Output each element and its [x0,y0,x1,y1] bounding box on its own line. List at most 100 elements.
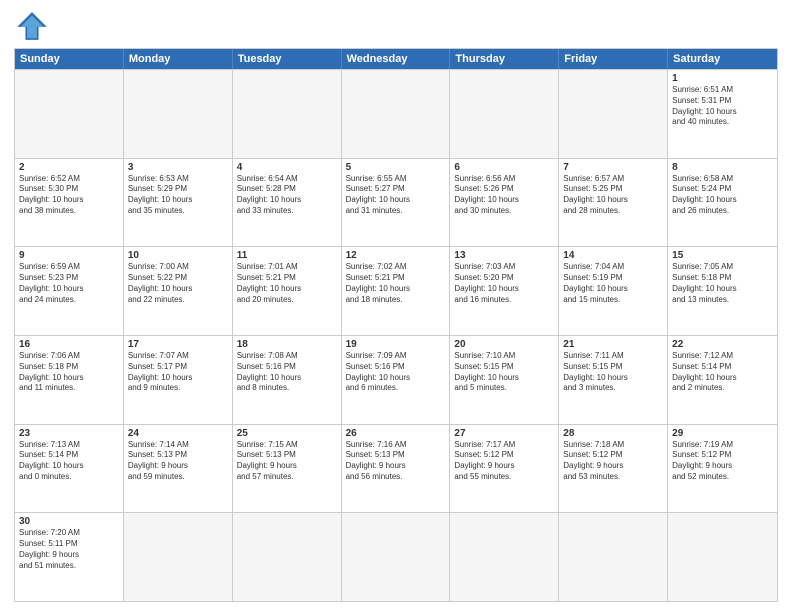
day-number: 26 [346,428,446,439]
calendar-row-5: 30Sunrise: 7:20 AM Sunset: 5:11 PM Dayli… [15,512,777,601]
day-number: 3 [128,162,228,173]
day-info: Sunrise: 7:02 AM Sunset: 5:21 PM Dayligh… [346,262,446,305]
day-number: 16 [19,339,119,350]
day-info: Sunrise: 6:54 AM Sunset: 5:28 PM Dayligh… [237,174,337,217]
calendar-cell: 24Sunrise: 7:14 AM Sunset: 5:13 PM Dayli… [124,425,233,513]
logo [14,10,54,42]
day-number: 5 [346,162,446,173]
calendar-body: 1Sunrise: 6:51 AM Sunset: 5:31 PM Daylig… [15,69,777,601]
calendar-cell: 7Sunrise: 6:57 AM Sunset: 5:25 PM Daylig… [559,159,668,247]
day-info: Sunrise: 6:56 AM Sunset: 5:26 PM Dayligh… [454,174,554,217]
calendar-cell [233,513,342,601]
day-number: 24 [128,428,228,439]
calendar-cell: 13Sunrise: 7:03 AM Sunset: 5:20 PM Dayli… [450,247,559,335]
calendar-cell: 9Sunrise: 6:59 AM Sunset: 5:23 PM Daylig… [15,247,124,335]
day-info: Sunrise: 7:20 AM Sunset: 5:11 PM Dayligh… [19,528,119,571]
day-number: 12 [346,250,446,261]
header-day-sunday: Sunday [15,49,124,69]
calendar-row-0: 1Sunrise: 6:51 AM Sunset: 5:31 PM Daylig… [15,69,777,158]
calendar-cell [233,70,342,158]
day-info: Sunrise: 7:07 AM Sunset: 5:17 PM Dayligh… [128,351,228,394]
day-number: 23 [19,428,119,439]
day-info: Sunrise: 6:55 AM Sunset: 5:27 PM Dayligh… [346,174,446,217]
day-info: Sunrise: 7:05 AM Sunset: 5:18 PM Dayligh… [672,262,773,305]
header-day-monday: Monday [124,49,233,69]
page: SundayMondayTuesdayWednesdayThursdayFrid… [0,0,792,612]
calendar-cell: 23Sunrise: 7:13 AM Sunset: 5:14 PM Dayli… [15,425,124,513]
calendar-cell: 10Sunrise: 7:00 AM Sunset: 5:22 PM Dayli… [124,247,233,335]
calendar-cell: 14Sunrise: 7:04 AM Sunset: 5:19 PM Dayli… [559,247,668,335]
day-info: Sunrise: 7:15 AM Sunset: 5:13 PM Dayligh… [237,440,337,483]
calendar-cell: 6Sunrise: 6:56 AM Sunset: 5:26 PM Daylig… [450,159,559,247]
header [14,10,778,42]
day-number: 25 [237,428,337,439]
header-day-tuesday: Tuesday [233,49,342,69]
day-number: 8 [672,162,773,173]
calendar-cell: 20Sunrise: 7:10 AM Sunset: 5:15 PM Dayli… [450,336,559,424]
header-day-friday: Friday [559,49,668,69]
calendar-cell: 1Sunrise: 6:51 AM Sunset: 5:31 PM Daylig… [668,70,777,158]
day-number: 14 [563,250,663,261]
day-number: 27 [454,428,554,439]
calendar-row-3: 16Sunrise: 7:06 AM Sunset: 5:18 PM Dayli… [15,335,777,424]
calendar-cell [668,513,777,601]
day-info: Sunrise: 7:01 AM Sunset: 5:21 PM Dayligh… [237,262,337,305]
day-number: 4 [237,162,337,173]
day-info: Sunrise: 6:53 AM Sunset: 5:29 PM Dayligh… [128,174,228,217]
calendar-cell: 3Sunrise: 6:53 AM Sunset: 5:29 PM Daylig… [124,159,233,247]
calendar-cell: 17Sunrise: 7:07 AM Sunset: 5:17 PM Dayli… [124,336,233,424]
day-number: 20 [454,339,554,350]
calendar-cell [342,70,451,158]
day-info: Sunrise: 7:17 AM Sunset: 5:12 PM Dayligh… [454,440,554,483]
day-info: Sunrise: 7:19 AM Sunset: 5:12 PM Dayligh… [672,440,773,483]
day-number: 17 [128,339,228,350]
calendar-cell: 28Sunrise: 7:18 AM Sunset: 5:12 PM Dayli… [559,425,668,513]
day-info: Sunrise: 7:00 AM Sunset: 5:22 PM Dayligh… [128,262,228,305]
logo-icon [14,10,50,42]
header-day-thursday: Thursday [450,49,559,69]
day-number: 11 [237,250,337,261]
day-info: Sunrise: 6:57 AM Sunset: 5:25 PM Dayligh… [563,174,663,217]
day-info: Sunrise: 7:18 AM Sunset: 5:12 PM Dayligh… [563,440,663,483]
calendar-cell: 15Sunrise: 7:05 AM Sunset: 5:18 PM Dayli… [668,247,777,335]
calendar-cell: 11Sunrise: 7:01 AM Sunset: 5:21 PM Dayli… [233,247,342,335]
calendar-cell [559,513,668,601]
calendar-cell: 22Sunrise: 7:12 AM Sunset: 5:14 PM Dayli… [668,336,777,424]
day-info: Sunrise: 6:52 AM Sunset: 5:30 PM Dayligh… [19,174,119,217]
day-info: Sunrise: 7:06 AM Sunset: 5:18 PM Dayligh… [19,351,119,394]
day-number: 1 [672,73,773,84]
day-info: Sunrise: 6:51 AM Sunset: 5:31 PM Dayligh… [672,85,773,128]
calendar-cell: 12Sunrise: 7:02 AM Sunset: 5:21 PM Dayli… [342,247,451,335]
calendar-cell: 16Sunrise: 7:06 AM Sunset: 5:18 PM Dayli… [15,336,124,424]
calendar-row-2: 9Sunrise: 6:59 AM Sunset: 5:23 PM Daylig… [15,246,777,335]
calendar-cell [124,513,233,601]
day-info: Sunrise: 7:03 AM Sunset: 5:20 PM Dayligh… [454,262,554,305]
calendar-cell: 26Sunrise: 7:16 AM Sunset: 5:13 PM Dayli… [342,425,451,513]
day-number: 21 [563,339,663,350]
day-info: Sunrise: 7:04 AM Sunset: 5:19 PM Dayligh… [563,262,663,305]
calendar-cell: 29Sunrise: 7:19 AM Sunset: 5:12 PM Dayli… [668,425,777,513]
day-info: Sunrise: 6:58 AM Sunset: 5:24 PM Dayligh… [672,174,773,217]
calendar-row-4: 23Sunrise: 7:13 AM Sunset: 5:14 PM Dayli… [15,424,777,513]
calendar-cell: 25Sunrise: 7:15 AM Sunset: 5:13 PM Dayli… [233,425,342,513]
day-number: 29 [672,428,773,439]
calendar-cell: 18Sunrise: 7:08 AM Sunset: 5:16 PM Dayli… [233,336,342,424]
day-info: Sunrise: 6:59 AM Sunset: 5:23 PM Dayligh… [19,262,119,305]
day-info: Sunrise: 7:16 AM Sunset: 5:13 PM Dayligh… [346,440,446,483]
calendar-cell [124,70,233,158]
header-day-saturday: Saturday [668,49,777,69]
day-info: Sunrise: 7:11 AM Sunset: 5:15 PM Dayligh… [563,351,663,394]
day-number: 7 [563,162,663,173]
calendar-cell [450,513,559,601]
calendar-cell: 2Sunrise: 6:52 AM Sunset: 5:30 PM Daylig… [15,159,124,247]
calendar-cell: 30Sunrise: 7:20 AM Sunset: 5:11 PM Dayli… [15,513,124,601]
calendar-cell: 19Sunrise: 7:09 AM Sunset: 5:16 PM Dayli… [342,336,451,424]
day-number: 6 [454,162,554,173]
day-number: 28 [563,428,663,439]
calendar-cell [342,513,451,601]
calendar-cell [450,70,559,158]
day-number: 30 [19,516,119,527]
calendar-cell: 4Sunrise: 6:54 AM Sunset: 5:28 PM Daylig… [233,159,342,247]
calendar-cell: 5Sunrise: 6:55 AM Sunset: 5:27 PM Daylig… [342,159,451,247]
header-day-wednesday: Wednesday [342,49,451,69]
